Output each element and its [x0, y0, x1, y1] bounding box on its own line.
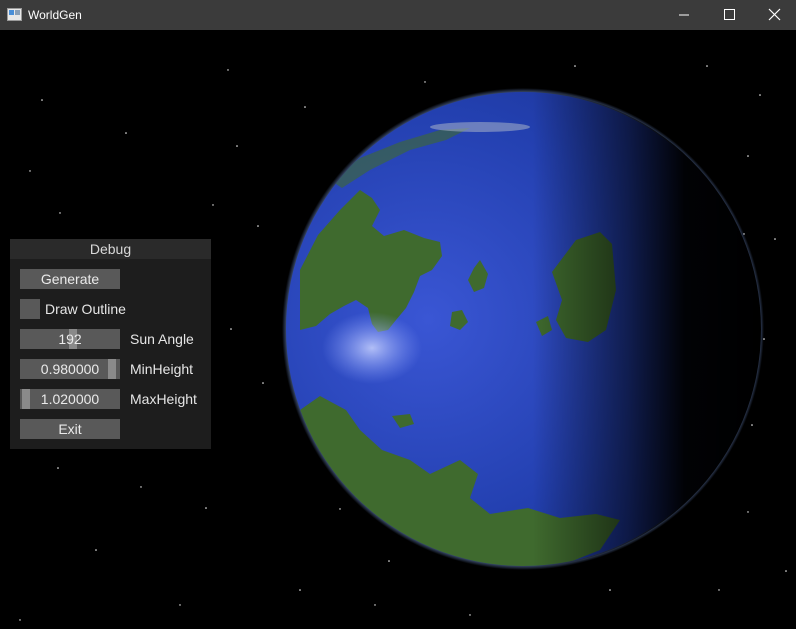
max-height-label: MaxHeight: [130, 391, 197, 407]
debug-panel-header[interactable]: Debug: [10, 239, 211, 259]
minimize-icon: [679, 14, 689, 16]
min-height-value: 0.980000: [40, 361, 100, 377]
maximize-button[interactable]: [706, 0, 752, 30]
max-height-value: 1.020000: [40, 391, 100, 407]
sun-angle-slider[interactable]: 192: [20, 329, 120, 349]
planet: [282, 88, 764, 570]
min-height-label: MinHeight: [130, 361, 194, 377]
draw-outline-checkbox[interactable]: [20, 299, 40, 319]
draw-outline-label: Draw Outline: [45, 301, 126, 317]
app-icon: [7, 8, 22, 21]
max-height-slider[interactable]: 1.020000: [20, 389, 120, 409]
min-height-slider[interactable]: 0.980000: [20, 359, 120, 379]
generate-button[interactable]: Generate: [20, 269, 120, 289]
sun-angle-value: 192: [58, 331, 82, 347]
close-button[interactable]: [751, 0, 796, 30]
window-title: WorldGen: [28, 8, 82, 22]
minimize-button[interactable]: [661, 0, 707, 30]
maximize-icon: [724, 9, 735, 20]
sun-angle-label: Sun Angle: [130, 331, 194, 347]
close-icon: [768, 8, 781, 21]
title-bar[interactable]: WorldGen: [0, 0, 796, 30]
exit-button[interactable]: Exit: [20, 419, 120, 439]
debug-panel[interactable]: Debug Generate Draw Outline 192 Sun Angl…: [10, 239, 211, 449]
